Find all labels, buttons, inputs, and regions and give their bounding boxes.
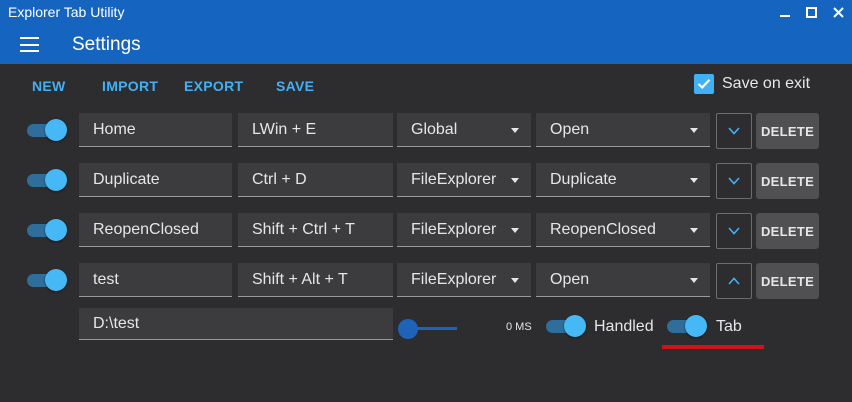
hotkey-keys-field[interactable]: Shift + Ctrl + T [238,213,393,247]
scope-value: Global [411,120,458,138]
hotkey-enabled-toggle[interactable] [27,268,69,292]
expand-button[interactable] [716,163,752,199]
hotkey-name-value: Home [93,120,136,138]
hotkey-keys-value: Ctrl + D [252,170,307,188]
chevron-down-icon [728,227,740,235]
menu-icon[interactable] [20,37,39,52]
hotkey-name-value: test [93,270,119,288]
delay-slider[interactable] [397,318,459,340]
dropdown-arrow-icon [511,178,519,183]
hotkey-keys-field[interactable]: Ctrl + D [238,163,393,197]
save-on-exit-option[interactable]: Save on exit [694,74,810,94]
dropdown-arrow-icon [690,178,698,183]
action-select[interactable]: ReopenClosed [536,213,710,247]
delete-button[interactable]: DELETE [756,263,819,299]
chevron-up-icon [728,277,740,285]
window-titlebar: Explorer Tab Utility [0,0,852,24]
page-title: Settings [72,34,141,55]
hotkey-name-field[interactable]: ReopenClosed [79,213,232,247]
delete-button[interactable]: DELETE [756,113,819,149]
handled-toggle[interactable] [546,314,588,338]
hotkey-enabled-toggle[interactable] [27,218,69,242]
tab-toggle[interactable] [667,314,709,338]
save-on-exit-label: Save on exit [722,75,811,92]
action-value: Duplicate [550,170,617,188]
checkmark-icon [697,79,711,90]
action-select[interactable]: Open [536,263,710,297]
save-on-exit-checkbox[interactable] [694,74,714,94]
expand-button[interactable] [716,213,752,249]
delay-slider-knob[interactable] [398,319,418,339]
export-button[interactable]: EXPORT [184,78,243,94]
scope-value: FileExplorer [411,270,497,288]
delete-button[interactable]: DELETE [756,163,819,199]
hotkey-keys-field[interactable]: LWin + E [238,113,393,147]
hotkey-name-value: ReopenClosed [93,220,199,238]
hotkey-keys-value: Shift + Ctrl + T [252,220,355,238]
tab-label: Tab [716,318,742,335]
hotkey-keys-value: LWin + E [252,120,317,138]
path-field[interactable]: D:\test [79,308,393,340]
hotkey-enabled-toggle[interactable] [27,168,69,192]
dropdown-arrow-icon [690,278,698,283]
hotkey-name-field[interactable]: test [79,263,232,297]
scope-select[interactable]: FileExplorer [397,263,531,297]
hotkey-row: Duplicate Ctrl + D FileExplorer Duplicat… [0,163,852,199]
window-title: Explorer Tab Utility [8,4,125,20]
dropdown-arrow-icon [511,228,519,233]
scope-select[interactable]: FileExplorer [397,213,531,247]
handled-label: Handled [594,318,654,335]
path-value: D:\test [93,314,140,332]
dropdown-arrow-icon [511,128,519,133]
maximize-icon[interactable] [798,0,825,24]
new-button[interactable]: NEW [32,78,66,94]
scope-select[interactable]: FileExplorer [397,163,531,197]
action-value: Open [550,120,590,138]
action-value: ReopenClosed [550,220,656,238]
hotkey-name-field[interactable]: Home [79,113,232,147]
toolbar: NEW IMPORT EXPORT SAVE Save on exit [0,64,852,108]
highlight-underline [662,345,764,349]
hotkey-name-value: Duplicate [93,170,160,188]
hotkey-enabled-toggle[interactable] [27,118,69,142]
chevron-down-icon [728,127,740,135]
scope-select[interactable]: Global [397,113,531,147]
chevron-down-icon [728,177,740,185]
window-controls [771,0,852,24]
action-value: Open [550,270,590,288]
collapse-button[interactable] [716,263,752,299]
dropdown-arrow-icon [511,278,519,283]
dropdown-arrow-icon [690,228,698,233]
hotkey-row: Home LWin + E Global Open DELETE [0,113,852,149]
delay-value-label: 0 MS [506,321,532,333]
scope-value: FileExplorer [411,170,497,188]
import-button[interactable]: IMPORT [102,78,158,94]
save-button[interactable]: SAVE [276,78,314,94]
hotkey-name-field[interactable]: Duplicate [79,163,232,197]
scope-value: FileExplorer [411,220,497,238]
dropdown-arrow-icon [690,128,698,133]
expand-button[interactable] [716,113,752,149]
close-icon[interactable] [825,0,852,24]
minimize-icon[interactable] [771,0,798,24]
hotkey-keys-field[interactable]: Shift + Alt + T [238,263,393,297]
hotkey-row: test Shift + Alt + T FileExplorer Open D… [0,263,852,299]
app-header: Settings [0,24,852,64]
action-select[interactable]: Duplicate [536,163,710,197]
action-select[interactable]: Open [536,113,710,147]
hotkey-keys-value: Shift + Alt + T [252,270,348,288]
hotkey-row: ReopenClosed Shift + Ctrl + T FileExplor… [0,213,852,249]
delete-button[interactable]: DELETE [756,213,819,249]
